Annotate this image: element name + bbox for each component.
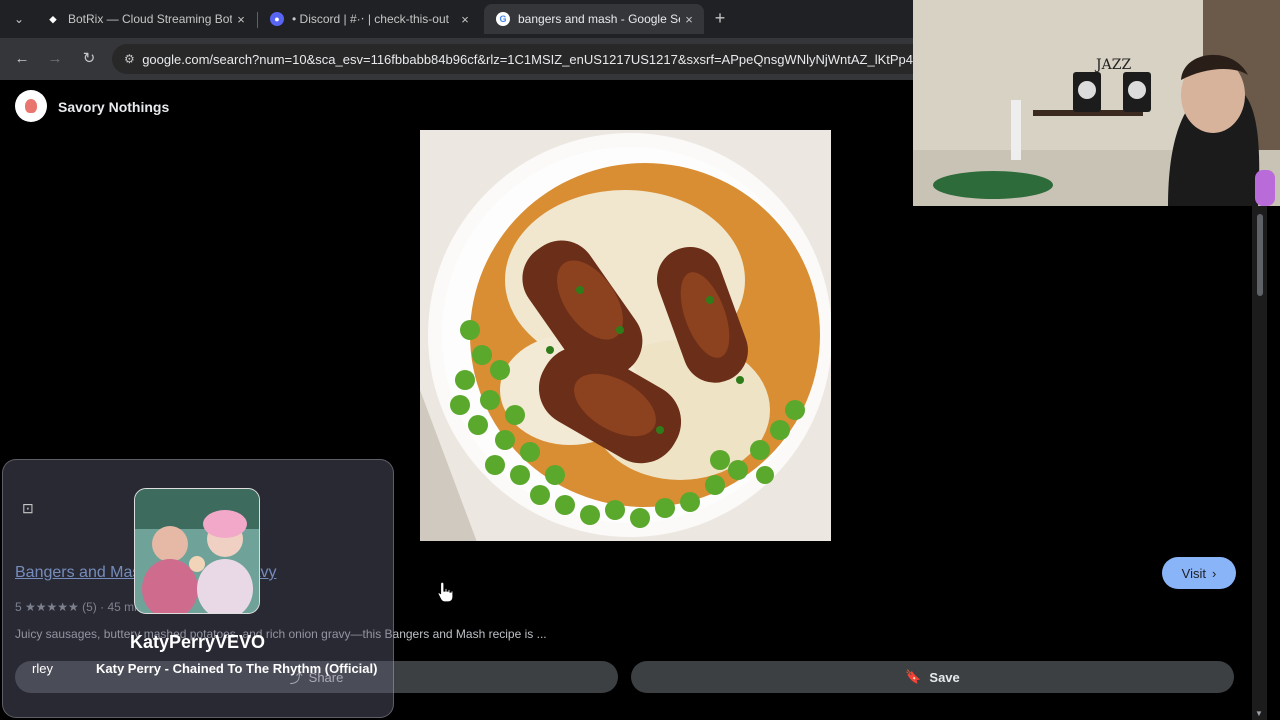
google-lens-icon[interactable]: ⊡	[22, 500, 40, 518]
site-name[interactable]: Savory Nothings	[58, 99, 169, 115]
alert-requester: rley	[32, 661, 53, 676]
forward-icon[interactable]: →	[45, 49, 65, 69]
result-source-header: Savory Nothings	[0, 80, 913, 130]
page-scrollbar[interactable]: ▼	[1252, 206, 1267, 720]
site-info-icon[interactable]: ⚙	[124, 52, 136, 66]
alert-thumbnail	[134, 488, 260, 614]
site-logo[interactable]	[15, 90, 47, 122]
tab-google-search[interactable]: G bangers and mash - Google Search ×	[484, 4, 704, 34]
tab-strip: ⌄ ◆ BotRix — Cloud Streaming Bot × ● • D…	[0, 0, 913, 38]
tab-title: BotRix — Cloud Streaming Bot	[68, 12, 232, 26]
chevron-right-icon: ›	[1211, 565, 1217, 581]
webcam-feed: JAZZ	[913, 0, 1280, 206]
address-bar[interactable]: ⚙ google.com/search?num=10&sca_esv=116fb…	[112, 44, 913, 74]
reload-icon[interactable]: ↻	[79, 49, 99, 69]
new-tab-icon[interactable]: +	[710, 8, 730, 28]
hand-cursor-icon	[437, 581, 454, 603]
botrix-icon: ◆	[49, 13, 57, 24]
scroll-down-icon[interactable]: ▼	[1255, 709, 1263, 718]
scrollbar-thumb[interactable]	[1257, 214, 1263, 296]
close-icon[interactable]: ×	[456, 12, 474, 27]
webcam-scene	[913, 0, 1280, 206]
browser-toolbar: ← → ↻ ⚙ google.com/search?num=10&sca_esv…	[0, 38, 913, 80]
alert-channel-name: KatyPerryVEVO	[129, 632, 266, 652]
save-button[interactable]: 🔖 Save	[631, 661, 1234, 693]
alert-thumbnail-art	[135, 489, 259, 613]
result-image[interactable]	[420, 130, 831, 541]
tab-title: • Discord | #·‧ | check-this-out	[292, 12, 449, 26]
save-label: Save	[929, 669, 960, 685]
close-icon[interactable]: ×	[232, 12, 250, 27]
tab-title: bangers and mash - Google Search	[518, 12, 680, 26]
close-icon[interactable]: ×	[680, 12, 698, 27]
alert-song-title: Katy Perry - Chained To The Rhythm (Offi…	[96, 661, 378, 676]
url-text: google.com/search?num=10&sca_esv=116fbba…	[142, 51, 913, 67]
tab-discord[interactable]: ● • Discord | #·‧ | check-this-out ×	[258, 4, 480, 34]
tab-search-chevron-icon[interactable]: ⌄	[8, 8, 30, 30]
poster-text: JAZZ	[1096, 57, 1132, 73]
bookmark-icon: 🔖	[905, 669, 922, 684]
visit-label: Visit	[1181, 565, 1206, 581]
back-icon[interactable]: ←	[12, 49, 32, 69]
tab-botrix[interactable]: ◆ BotRix — Cloud Streaming Bot ×	[34, 4, 256, 34]
food-photo	[420, 130, 831, 541]
visit-button[interactable]: Visit ›	[1162, 557, 1236, 589]
discord-icon: ●	[270, 12, 284, 26]
google-icon: G	[496, 12, 510, 26]
